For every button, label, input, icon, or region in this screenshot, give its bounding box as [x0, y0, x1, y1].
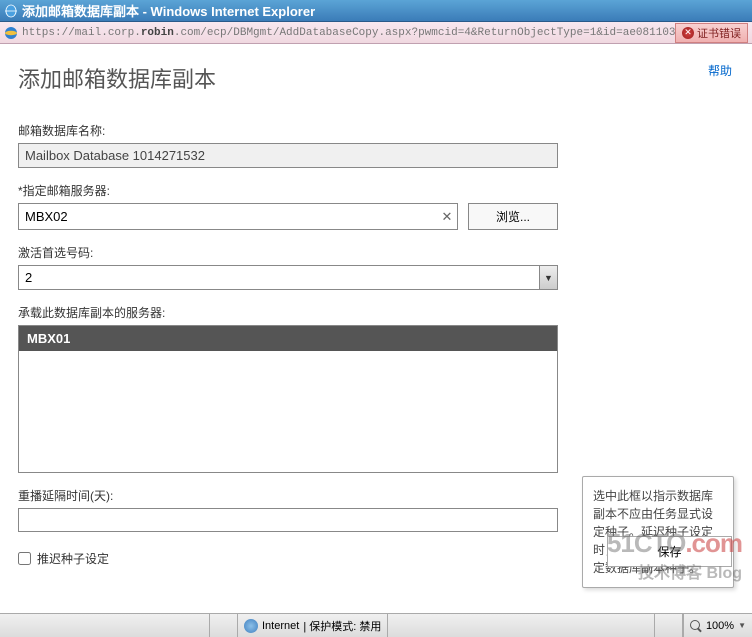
tooltip: 选中此框以指示数据库副本不应由任务显式设定种子。延迟种子设定时，管理员必须手动设…	[582, 476, 734, 588]
browse-button[interactable]: 浏览...	[468, 203, 558, 230]
page-favicon	[4, 26, 18, 40]
shield-icon: ✕	[682, 27, 694, 39]
sb-cell	[210, 614, 238, 637]
globe-icon	[244, 619, 258, 633]
activation-label: 激活首选号码:	[18, 244, 734, 261]
server-label: *指定邮箱服务器:	[18, 182, 734, 199]
address-bar[interactable]: https://mail.corp.robin.com/ecp/DBMgmt/A…	[0, 22, 752, 44]
chevron-down-icon[interactable]: ▼	[539, 266, 557, 289]
save-button[interactable]: 保存	[607, 536, 732, 567]
activation-value: 2	[19, 266, 539, 289]
hosts-list[interactable]: MBX01	[18, 325, 558, 473]
sb-zone[interactable]: Internet | 保护模式: 禁用	[238, 614, 388, 637]
chevron-down-icon[interactable]: ▼	[738, 621, 746, 630]
hosts-label: 承载此数据库副本的服务器:	[18, 304, 734, 321]
cert-error-badge[interactable]: ✕ 证书错误	[675, 23, 748, 43]
clear-icon[interactable]: ✕	[437, 209, 457, 225]
activation-select[interactable]: 2 ▼	[18, 265, 558, 290]
sb-cell[interactable]	[655, 614, 683, 637]
db-name-field: Mailbox Database 1014271532	[18, 143, 558, 168]
server-input[interactable]	[19, 205, 437, 228]
window-title: 添加邮箱数据库副本 - Windows Internet Explorer	[22, 1, 315, 20]
window-titlebar: 添加邮箱数据库副本 - Windows Internet Explorer	[0, 0, 752, 22]
url-text[interactable]: https://mail.corp.robin.com/ecp/DBMgmt/A…	[22, 27, 675, 39]
sb-cell	[0, 614, 210, 637]
sb-cell[interactable]	[627, 614, 655, 637]
replay-input[interactable]	[18, 508, 558, 532]
db-name-label: 邮箱数据库名称:	[18, 122, 734, 139]
ie-favicon	[4, 4, 18, 18]
help-link[interactable]: 帮助	[708, 62, 732, 79]
page-content: 帮助 添加邮箱数据库副本 邮箱数据库名称: Mailbox Database 1…	[0, 44, 752, 613]
postpone-label: 推迟种子设定	[37, 550, 109, 567]
list-item[interactable]: MBX01	[19, 326, 557, 351]
page-title: 添加邮箱数据库副本	[18, 62, 734, 94]
postpone-checkbox[interactable]	[18, 552, 31, 565]
magnifier-icon	[690, 620, 702, 632]
server-input-wrap: ✕	[18, 203, 458, 230]
status-bar: Internet | 保护模式: 禁用 100% ▼	[0, 613, 752, 637]
zoom-control[interactable]: 100% ▼	[683, 614, 752, 637]
